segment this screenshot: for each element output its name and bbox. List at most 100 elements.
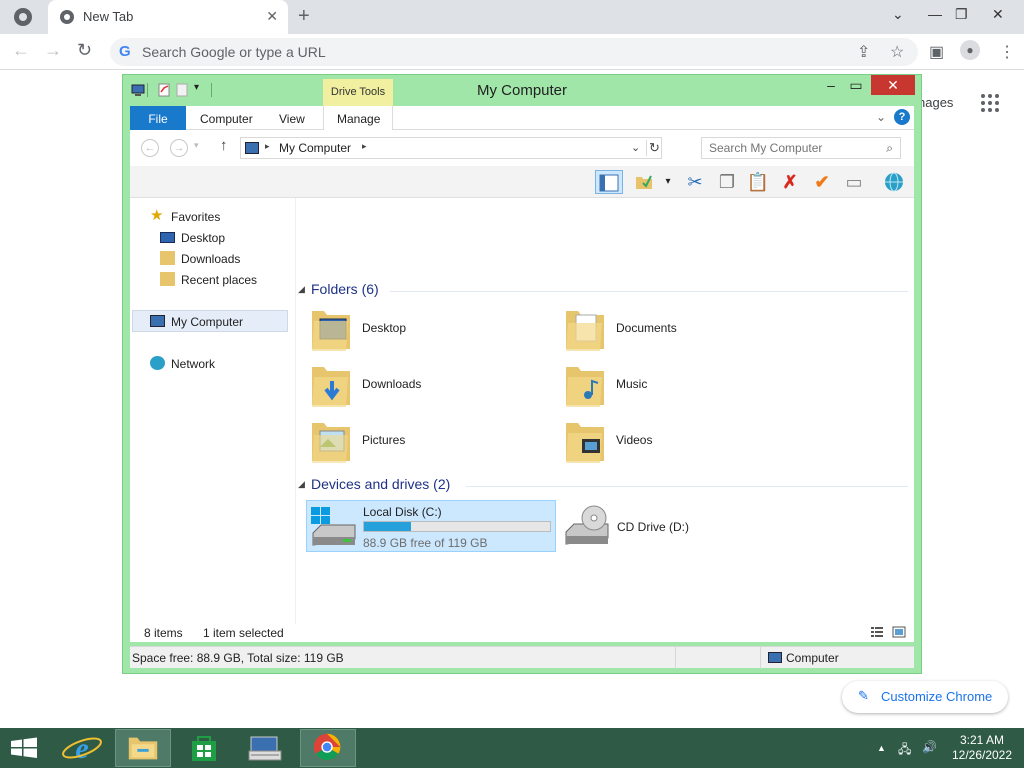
clock-time: 3:21 AM [959, 733, 1005, 747]
navigation-pane-icon[interactable] [595, 170, 623, 194]
desktop-icon [160, 232, 175, 243]
search-box[interactable]: ⌕ [701, 137, 901, 159]
downloads-folder-icon [312, 367, 350, 407]
file-explorer-taskbar-icon[interactable] [115, 729, 171, 767]
tab-file[interactable]: File [130, 106, 186, 130]
back-button[interactable]: ← [141, 139, 159, 157]
explorer-minimize-button[interactable]: – [823, 77, 839, 97]
tab-new-tab[interactable]: New Tab ✕ [48, 0, 288, 34]
rename-icon[interactable]: ▭ [840, 170, 868, 194]
address-row: ← → ▾ ↑ ▸ My Computer ▸ ⌄ ↻ ⌕ [130, 130, 914, 166]
reload-icon[interactable]: ↻ [77, 40, 92, 61]
side-panel-icon[interactable]: ▣ [929, 42, 944, 62]
refresh-icon[interactable]: ↻ [646, 140, 662, 156]
explorer-close-button[interactable]: ✕ [871, 75, 915, 95]
recent-locations-icon[interactable]: ▾ [194, 140, 199, 151]
volume-icon[interactable]: 🔊 [922, 740, 937, 754]
explorer-window: ▾ Drive Tools My Computer – ▭ ✕ File Com… [122, 74, 922, 674]
drive-local-disk-c[interactable]: Local Disk (C:) 88.9 GB free of 119 GB [306, 500, 556, 552]
collapse-triangle-icon[interactable]: ◢ [298, 284, 305, 295]
tab-close-icon[interactable]: ✕ [266, 8, 278, 25]
explorer-maximize-button[interactable]: ▭ [848, 77, 864, 97]
folder-videos[interactable]: Videos [558, 417, 798, 469]
navigation-pane: ★ Favorites Desktop Downloads Recent pla… [130, 198, 295, 642]
drive-d-name: CD Drive (D:) [617, 520, 689, 534]
tab-list-icon[interactable]: ⌄ [892, 6, 904, 23]
customize-chrome-label: Customize Chrome [881, 689, 993, 704]
chrome-menu-icon[interactable]: ⋮ [999, 42, 1015, 62]
folder-documents[interactable]: Documents [558, 305, 798, 357]
internet-explorer-icon[interactable]: e [54, 729, 110, 767]
cmd-dropdown-icon[interactable]: ▾ [654, 170, 682, 194]
folder-desktop[interactable]: Desktop [304, 305, 544, 357]
items-selected: 1 item selected [203, 626, 284, 640]
rename-check-icon[interactable]: ✔ [808, 170, 836, 194]
store-icon[interactable] [176, 729, 232, 767]
system-clock[interactable]: 3:21 AM 12/26/2022 [950, 733, 1014, 763]
network-globe-icon[interactable] [880, 170, 908, 194]
back-arrow-icon[interactable]: ← [12, 40, 30, 61]
address-bar[interactable]: ▸ My Computer ▸ ⌄ ↻ [240, 137, 662, 159]
collapse-triangle-icon[interactable]: ◢ [298, 479, 305, 490]
recent-places-icon [160, 272, 175, 286]
large-icons-view-icon[interactable] [892, 625, 906, 639]
music-folder-icon [566, 367, 604, 407]
share-icon[interactable]: ⇪ [857, 42, 870, 62]
up-button[interactable]: ↑ [220, 137, 228, 154]
windows-start-icon[interactable] [0, 729, 48, 767]
ribbon-expand-icon[interactable]: ⌄ [876, 110, 886, 124]
details-view-icon[interactable] [870, 625, 884, 639]
images-link[interactable]: nages [918, 95, 953, 110]
breadcrumb-my-computer[interactable]: My Computer [279, 141, 351, 155]
chrome-favicon-icon [60, 10, 74, 24]
folder-downloads[interactable]: Downloads [304, 361, 544, 413]
drive-c-free-space: 88.9 GB free of 119 GB [363, 536, 488, 550]
search-input[interactable] [702, 138, 878, 158]
bookmark-star-icon[interactable]: ☆ [890, 42, 904, 62]
address-dropdown-icon[interactable]: ⌄ [631, 141, 640, 154]
tab-view[interactable]: View [279, 106, 305, 130]
chrome-taskbar-icon[interactable] [300, 729, 356, 767]
on-screen-keyboard-icon[interactable] [237, 729, 293, 767]
new-tab-button[interactable]: + [298, 5, 310, 28]
folder-music[interactable]: Music [558, 361, 798, 413]
clock-date: 12/26/2022 [951, 748, 1013, 762]
forward-arrow-icon[interactable]: → [44, 40, 62, 61]
command-bar: ▾ ✂ ❐ 📋 ✗ ✔ ▭ [130, 166, 914, 198]
tab-computer[interactable]: Computer [200, 106, 253, 130]
cut-icon[interactable]: ✂ [681, 170, 709, 194]
help-icon[interactable]: ? [894, 109, 910, 125]
content-area: ★ Favorites Desktop Downloads Recent pla… [130, 198, 914, 642]
show-hidden-icons[interactable]: ▲ [877, 743, 886, 753]
drive-cd-d[interactable]: CD Drive (D:) [562, 500, 782, 552]
omnibox[interactable]: G Search Google or type a URL [110, 38, 918, 66]
taskbar: e ▲ 🖧 🔊 3:21 AM 12/26/2022 [0, 728, 1024, 768]
folder-pictures[interactable]: Pictures [304, 417, 544, 469]
tab-manage[interactable]: Manage [323, 106, 393, 131]
network-tray-icon[interactable]: 🖧 [898, 740, 911, 761]
file-list: ◢ Folders (6) Desktop Documents Download… [298, 198, 914, 642]
google-apps-icon[interactable] [981, 94, 999, 112]
window-title: My Computer [476, 82, 568, 99]
group-header-folders[interactable]: ◢ Folders (6) [298, 281, 908, 301]
customize-chrome-button[interactable]: ✎ Customize Chrome [842, 681, 1008, 713]
ribbon-tabs: File Computer View Manage ⌄ ? [130, 106, 914, 131]
delete-icon[interactable]: ✗ [776, 170, 804, 194]
downloads-icon [160, 251, 175, 265]
profile-avatar-icon[interactable]: ● [960, 40, 980, 60]
nav-my-computer[interactable]: My Computer [132, 310, 288, 332]
minimize-button[interactable]: — [928, 6, 942, 22]
group-header-devices[interactable]: ◢ Devices and drives (2) [298, 476, 908, 496]
restore-button[interactable]: ❐ [955, 6, 968, 23]
cd-drive-icon [565, 505, 609, 545]
copy-icon[interactable]: ❐ [713, 170, 741, 194]
forward-button[interactable]: → [170, 139, 188, 157]
status-zone: Computer [786, 651, 839, 665]
close-button[interactable]: ✕ [992, 6, 1004, 23]
breadcrumb-arrow-icon[interactable]: ▸ [265, 141, 270, 152]
breadcrumb-arrow-icon[interactable]: ▸ [362, 141, 367, 152]
pane-splitter[interactable] [295, 198, 296, 642]
paste-icon[interactable]: 📋 [744, 170, 772, 194]
status-bar: Space free: 88.9 GB, Total size: 119 GB … [130, 646, 914, 669]
tab-search-icon[interactable] [14, 8, 32, 26]
